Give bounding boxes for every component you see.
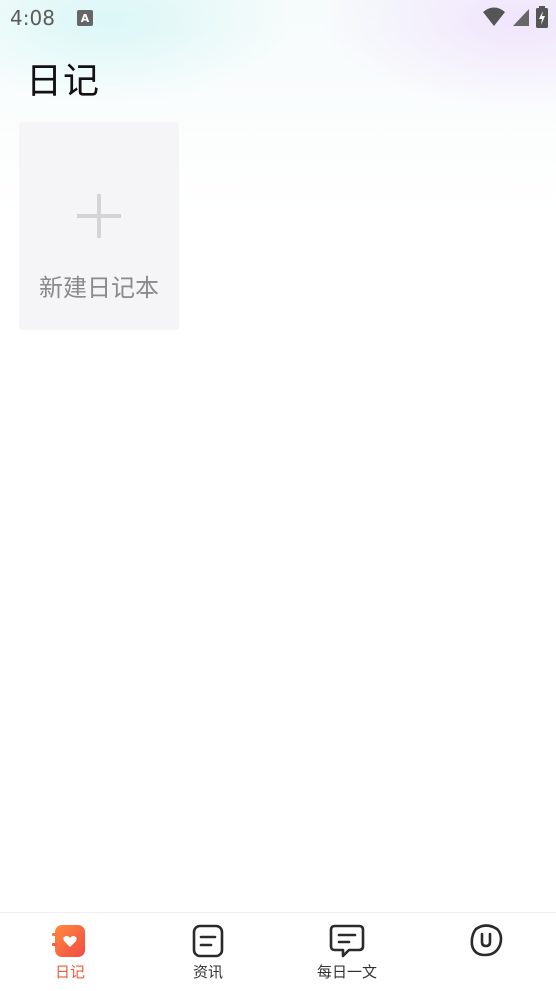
battery-charging-icon — [536, 6, 548, 28]
plus-icon — [77, 194, 121, 238]
status-bar: 4:08 A — [0, 0, 556, 38]
system-icons — [482, 6, 548, 28]
nav-label-diary: 日记 — [54, 963, 85, 981]
new-notebook-label: 新建日记本 — [39, 274, 159, 302]
nav-label-news: 资讯 — [192, 963, 223, 981]
nav-item-daily-article[interactable]: 每日一文 — [297, 913, 397, 991]
signal-icon — [513, 9, 529, 26]
nav-label-daily-article: 每日一文 — [316, 963, 377, 981]
nav-item-news[interactable]: 资讯 — [158, 913, 258, 991]
nav-item-profile[interactable] — [436, 913, 536, 991]
page-title: 日记 — [26, 61, 101, 102]
nav-item-diary[interactable]: 日记 — [20, 913, 120, 991]
notification-icon: A — [77, 10, 93, 26]
status-time: 4:08 — [10, 6, 55, 30]
notebook-heart-icon — [52, 925, 85, 957]
profile-face-icon — [470, 924, 503, 957]
article-icon — [192, 924, 224, 958]
chat-bubble-icon — [329, 924, 365, 958]
bottom-nav: 日记 资讯 每日一文 — [0, 912, 556, 991]
new-notebook-card[interactable]: 新建日记本 — [19, 122, 179, 330]
wifi-icon — [483, 7, 505, 26]
